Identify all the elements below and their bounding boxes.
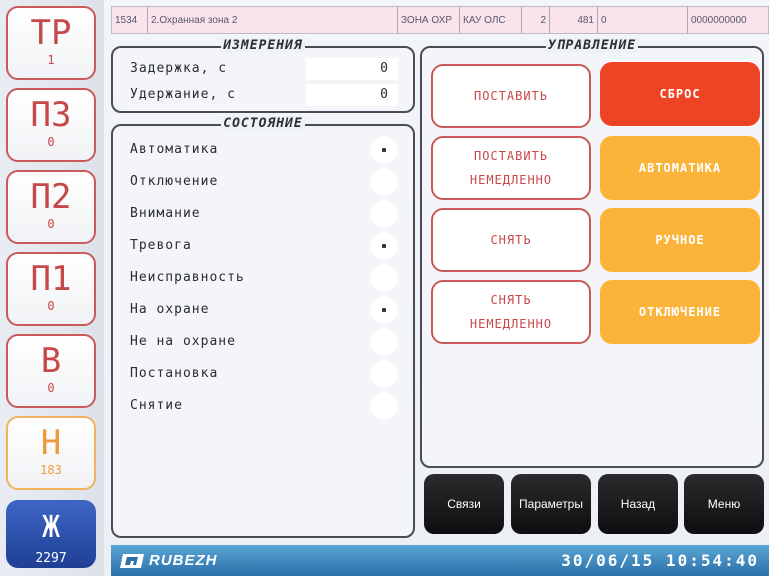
state-row: Снятие	[130, 392, 405, 422]
counter-value: 0	[47, 299, 55, 313]
state-indicator-icon	[370, 200, 398, 228]
state-label: На охране	[130, 302, 210, 317]
counter-pz-button[interactable]: ПЗ 0	[6, 88, 96, 162]
control-title: УПРАВЛЕНИЕ	[545, 38, 639, 53]
state-row: Постановка	[130, 360, 405, 390]
state-indicator-icon	[370, 360, 398, 388]
delay-value[interactable]: 0	[306, 58, 398, 80]
state-row: Отключение	[130, 168, 405, 198]
device-screen: ТР 1 ПЗ 0 П2 0 П1 0 В 0 Н 183 Ж 2297 153…	[0, 0, 769, 576]
links-button[interactable]: Связи	[424, 474, 504, 534]
disable-button[interactable]: ОТКЛЮЧЕНИЕ	[600, 280, 760, 344]
counter-p1-button[interactable]: П1 0	[6, 252, 96, 326]
counter-code: ПЗ	[30, 95, 72, 135]
counter-fault-button[interactable]: Н 183	[6, 416, 96, 490]
state-label: Снятие	[130, 398, 183, 413]
zone-type: ЗОНА ОХР	[398, 7, 460, 33]
counter-code: В	[40, 341, 62, 381]
counter-v-button[interactable]: В 0	[6, 334, 96, 408]
counter-p2-button[interactable]: П2 0	[6, 170, 96, 244]
device-number: 2	[522, 7, 550, 33]
state-indicator-icon	[370, 136, 398, 164]
state-label: Автоматика	[130, 142, 219, 157]
counter-value: 0	[47, 135, 55, 149]
automatic-button[interactable]: АВТОМАТИКА	[600, 136, 760, 200]
state-row: Неисправность	[130, 264, 405, 294]
device-code: 0000000000	[691, 14, 747, 26]
state-indicator-icon	[370, 392, 398, 420]
counter-code: П1	[30, 259, 72, 299]
state-row: На охране	[130, 296, 405, 326]
state-label: Постановка	[130, 366, 219, 381]
counter-fire-button[interactable]: ТР 1	[6, 6, 96, 80]
state-indicator-icon	[370, 264, 398, 292]
state-label: Тревога	[130, 238, 192, 253]
reset-button[interactable]: СБРОС	[600, 62, 760, 126]
menu-button[interactable]: Меню	[684, 474, 764, 534]
counter-value: 183	[40, 463, 62, 477]
date-time: 30/06/15 10:54:40	[561, 551, 759, 570]
status-footer: RUBEZH 30/06/15 10:54:40	[111, 545, 769, 576]
zone-name: 2.Охранная зона 2	[148, 7, 398, 33]
state-label: Неисправность	[130, 270, 245, 285]
counter-value: 1	[47, 53, 55, 67]
counter-code: Ж	[41, 510, 61, 545]
counter-value: 0	[47, 381, 55, 395]
counter-value: 0	[47, 217, 55, 231]
parameters-button[interactable]: Параметры	[511, 474, 591, 534]
event-counters-sidebar: ТР 1 ПЗ 0 П2 0 П1 0 В 0 Н 183 Ж 2297	[0, 0, 104, 576]
device-type: КАУ ОЛС	[460, 7, 522, 33]
delay-row: Задержка, с 0	[130, 58, 405, 80]
counter-code: Н	[40, 423, 62, 463]
state-indicator-icon	[370, 296, 398, 324]
hold-row: Удержание, с 0	[130, 84, 405, 106]
state-indicator-icon	[370, 328, 398, 356]
disarm-button[interactable]: СНЯТЬ	[431, 208, 591, 272]
device-address: 481	[550, 7, 598, 33]
state-row: Не на охране	[130, 328, 405, 358]
counter-log-button[interactable]: Ж 2297	[6, 500, 96, 568]
state-label: Не на охране	[130, 334, 236, 349]
brand-name: RUBEZH	[149, 552, 218, 569]
counter-code: П2	[30, 177, 72, 217]
state-row: Автоматика	[130, 136, 405, 166]
counter-value: 2297	[35, 551, 67, 566]
device-sub: 0	[598, 7, 688, 33]
state-indicator-icon	[370, 232, 398, 260]
hold-label: Удержание, с	[130, 87, 236, 102]
brand-logo: RUBEZH	[119, 552, 218, 569]
state-row: Тревога	[130, 232, 405, 262]
manual-button[interactable]: РУЧНОЕ	[600, 208, 760, 272]
state-label: Внимание	[130, 206, 201, 221]
state-label: Отключение	[130, 174, 219, 189]
hold-value[interactable]: 0	[306, 84, 398, 106]
arm-button[interactable]: ПОСТАВИТЬ	[431, 64, 591, 128]
state-indicator-icon	[370, 168, 398, 196]
zone-id: 1534	[112, 7, 148, 33]
state-row: Внимание	[130, 200, 405, 230]
rubezh-logo-icon	[120, 553, 144, 568]
back-button[interactable]: Назад	[598, 474, 678, 534]
counter-code: ТР	[30, 13, 72, 53]
arm-immediately-button[interactable]: ПОСТАВИТЬ НЕМЕДЛЕННО	[431, 136, 591, 200]
disarm-immediately-button[interactable]: СНЯТЬ НЕМЕДЛЕННО	[431, 280, 591, 344]
delay-label: Задержка, с	[130, 61, 228, 76]
state-title: СОСТОЯНИЕ	[221, 116, 305, 131]
measurements-title: ИЗМЕРЕНИЯ	[221, 38, 305, 53]
zone-info-header: 1534 2.Охранная зона 2 ЗОНА ОХР КАУ ОЛС …	[111, 6, 769, 34]
